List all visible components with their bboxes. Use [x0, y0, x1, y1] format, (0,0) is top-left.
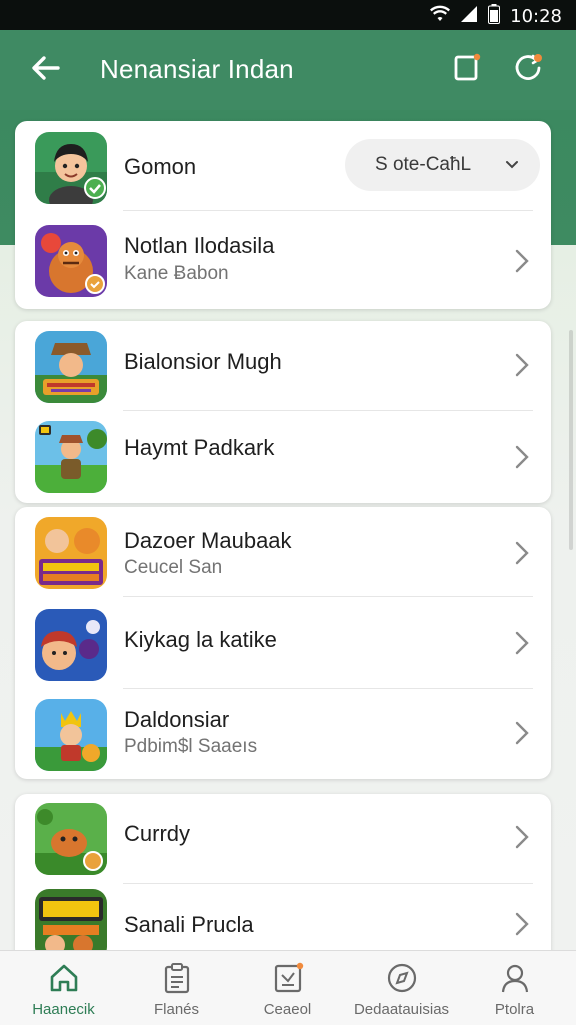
status-icons: 10:28: [430, 4, 562, 29]
apps-card-4: Currdy Sanali Prucla: [15, 794, 551, 964]
cartoon-boy-app-icon: [35, 132, 107, 204]
wifi-icon: [430, 5, 451, 28]
list-item[interactable]: Daldonsiar Pdbim$l Saaeıs: [15, 689, 551, 779]
chevron-right-icon: [511, 443, 533, 471]
chevron-right-icon: [511, 539, 533, 567]
puzzle-game-app-icon: [35, 517, 107, 589]
chevron-right-icon: [511, 351, 533, 379]
app-subtitle: Ceucel San: [124, 557, 223, 578]
chevron-down-icon: [502, 155, 522, 175]
back-button[interactable]: [24, 50, 68, 90]
list-item[interactable]: Kiykag la katike: [15, 599, 551, 689]
list-item[interactable]: Gomon S ote-CaħL: [15, 121, 551, 211]
list-item[interactable]: Bialonsior Mugh: [15, 321, 551, 411]
battery-icon: [488, 4, 501, 29]
nav-label: Ceaeol: [263, 1001, 312, 1018]
scrollbar[interactable]: [569, 330, 573, 550]
dropdown-label: S ote-CaħL: [375, 154, 472, 175]
list-item[interactable]: Haymt Padkark: [15, 411, 551, 501]
app-title: Bialonsior Mugh: [124, 349, 282, 374]
divider: [123, 596, 533, 597]
nav-label: Dedaatauisias: [353, 1001, 450, 1018]
refresh-icon: [511, 51, 545, 90]
filter-dropdown[interactable]: S ote-CaħL: [345, 139, 540, 191]
app-title: Dazoer Maubaak: [124, 528, 292, 553]
status-time: 10:28: [510, 6, 562, 27]
signal-icon: [460, 5, 478, 28]
explorer-game-app-icon: [35, 421, 107, 493]
home-icon: [47, 961, 81, 995]
chevron-right-icon: [511, 247, 533, 275]
app-subtitle: Pdbim$l Saaeıs: [124, 736, 258, 757]
refresh-button[interactable]: [508, 50, 548, 90]
chevron-right-icon: [511, 629, 533, 657]
status-bar: 10:28: [0, 0, 576, 30]
nav-item-dedaatauisias[interactable]: Dedaatauisias: [344, 951, 459, 1025]
app-title: Currdy: [124, 821, 191, 846]
clipboard-icon: [160, 961, 194, 995]
note-icon: [271, 961, 305, 995]
app-title: Daldonsiar: [124, 707, 230, 732]
nav-label: Ptolra: [494, 1001, 535, 1018]
arrow-left-icon: [30, 52, 62, 89]
nav-item-flanes[interactable]: Flanés: [119, 951, 234, 1025]
person-icon: [498, 961, 532, 995]
chevron-right-icon: [511, 823, 533, 851]
app-subtitle: Kane Ƀabon: [124, 263, 229, 284]
page-title: Nenansiar Indan: [100, 54, 294, 84]
square-action-button[interactable]: [446, 50, 486, 90]
apps-card-3: Dazoer Maubaak Ceucel San Kiykag la kati…: [15, 507, 551, 779]
nav-item-ceaeol[interactable]: Ceaeol: [230, 951, 345, 1025]
apps-card-1: Gomon S ote-CaħL Notlan Ilodasila Kane Ƀ…: [15, 121, 551, 309]
app-title: Sanali Prucla: [124, 912, 254, 937]
chevron-right-icon: [511, 719, 533, 747]
list-item[interactable]: Dazoer Maubaak Ceucel San: [15, 507, 551, 597]
app-title: Notlan Ilodasila: [124, 233, 275, 258]
compass-icon: [385, 961, 419, 995]
chevron-right-icon: [511, 910, 533, 938]
apps-card-2: Bialonsior Mugh Haymt Padkark: [15, 321, 551, 503]
app-title: Gomon: [124, 154, 197, 179]
nav-item-profile[interactable]: Ptolra: [457, 951, 572, 1025]
cowboy-game-app-icon: [35, 331, 107, 403]
bottom-navigation: Haanecik Flanés Ceaeol Dedaatauisias Pto…: [0, 950, 576, 1025]
nav-item-home[interactable]: Haanecik: [6, 951, 121, 1025]
pirate-game-app-icon: [35, 609, 107, 681]
divider: [123, 210, 533, 211]
monster-game-app-icon: [35, 225, 107, 297]
king-game-app-icon: [35, 699, 107, 771]
list-item[interactable]: Currdy: [15, 794, 551, 884]
creature-game-app-icon: [35, 803, 107, 875]
square-icon: [451, 53, 481, 88]
app-title: Haymt Padkark: [124, 435, 275, 460]
app-title: Kiykag la katike: [124, 627, 277, 652]
list-item[interactable]: Notlan Ilodasila Kane Ƀabon: [15, 215, 551, 305]
nav-label: Haanecik: [32, 1001, 95, 1018]
nav-label: Flanés: [153, 1001, 200, 1018]
app-bar: Nenansiar Indan: [0, 30, 576, 110]
